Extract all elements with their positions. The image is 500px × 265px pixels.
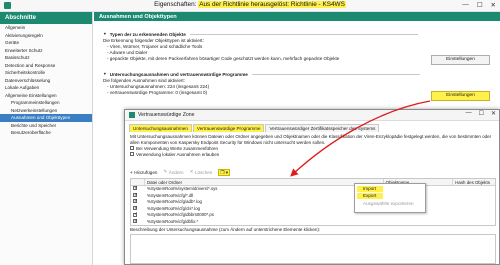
sidebar-item-programmeinstellungen[interactable]: Programmeinstellungen	[0, 99, 92, 107]
trusted-zone-dialog: Vertrauenswürdige Zone — ☐ ✕ Untersuchun…	[124, 109, 500, 265]
dialog-title: Vertrauenswürdige Zone	[138, 112, 195, 118]
exclusion-description-label: Beschreibung der Untersuchungsausnahme (…	[130, 227, 321, 232]
dialog-titlebar: Vertrauenswürdige Zone — ☐ ✕	[125, 110, 499, 121]
sidebar-item-allgemein[interactable]: Allgemein	[0, 24, 92, 32]
column-file-folder[interactable]: Datei oder Ordner	[145, 179, 384, 185]
sidebar-item-aktivierungsregeln[interactable]: Aktivierungsregeln	[0, 32, 92, 40]
dialog-maximize-button[interactable]: ☐	[479, 110, 484, 117]
table-row[interactable]: %SystemRoot%\cfg\cls*.log	[131, 206, 495, 213]
exclusions-table: Datei oder Ordner Objektname Hash des Ob…	[130, 178, 496, 226]
row-path: %SystemRoot%\system\drivers\*.sys	[147, 186, 218, 191]
dialog-body: Mit Untersuchungsausnahmen können Dateie…	[130, 134, 496, 157]
row-checkbox[interactable]	[133, 219, 138, 225]
menu-import[interactable]: Import	[357, 185, 383, 192]
delete-button[interactable]: ✕ Löschen	[190, 169, 213, 175]
table-row[interactable]: %SystemRoot%\cfg\*.dll	[131, 193, 495, 200]
maximize-button[interactable]: ☐	[477, 1, 483, 9]
dialog-minimize-button[interactable]: —	[466, 110, 472, 117]
sections-sidebar: Abschnitte Allgemein Aktivierungsregeln …	[0, 12, 93, 265]
column-object-hash[interactable]: Hash des Objekts	[453, 179, 495, 185]
tab-trusted-programs[interactable]: Vertrauenswürdige Programme	[192, 124, 265, 132]
import-export-menu: Import Export Ausgewählte exportieren	[354, 183, 426, 213]
delete-x-icon: ✕	[189, 169, 194, 174]
sidebar-item-basisschutz[interactable]: Basisschutz	[0, 54, 92, 62]
window-title-policy: Aus der Richtlinie herausgelöst: Richtli…	[198, 1, 346, 8]
table-row[interactable]: %SystemRoot%\system\drivers\*.sys	[131, 186, 495, 193]
table-row[interactable]: %SystemRoot%\cfg\adb*.log	[131, 199, 495, 206]
exclusions-toolbar: + Hinzufügen ✎ Ändern ✕ Löschen ❐ ▾	[130, 168, 231, 176]
local-exclusions-label: Verwendung lokaler Ausnahmen erlauben	[136, 151, 220, 157]
row-path: %SystemRoot%\cfg\adb*.log	[147, 199, 202, 205]
edit-button[interactable]: ✎ Ändern	[163, 169, 183, 175]
merge-values-label: Bei Verwendung Werte zusammenführen	[136, 146, 218, 152]
menu-export[interactable]: Export	[357, 192, 383, 199]
row-path: %SystemRoot%\cfg\cls*.log	[147, 205, 201, 211]
sidebar-item-geraete[interactable]: Geräte	[0, 39, 92, 47]
sidebar-item-allgemeine-einstellungen[interactable]: Allgemeine Einstellungen	[0, 92, 92, 100]
import-export-split-button[interactable]: ❐ ▾	[218, 168, 231, 176]
sidebar-item-datenverschluesselung[interactable]: Datenverschlüsselung	[0, 77, 92, 85]
sidebar-item-sicherheitskontrolle[interactable]: Sicherheitskontrolle	[0, 69, 92, 77]
window-title-prefix: Eigenschaften:	[154, 1, 197, 8]
add-button[interactable]: + Hinzufügen	[130, 170, 157, 175]
table-header: Datei oder Ordner Objektname Hash des Ob…	[131, 179, 495, 186]
sidebar-item-ausnahmen[interactable]: Ausnahmen und Objekttypen	[0, 114, 92, 122]
row-checkbox[interactable]	[133, 206, 138, 211]
sidebar-item-lokale-aufgaben[interactable]: Lokale Aufgaben	[0, 84, 92, 92]
sidebar-item-netzwerkeinstellungen[interactable]: Netzwerkeinstellungen	[0, 107, 92, 115]
row-path: %SystemRoot%\cfg\*.dll	[147, 192, 194, 198]
exclusions-settings-button[interactable]: Einstellungen	[431, 91, 490, 101]
dialog-description: Mit Untersuchungsausnahmen können Dateie…	[130, 134, 492, 145]
object-types-settings-button[interactable]: Einstellungen	[431, 55, 490, 65]
sidebar-header: Abschnitte	[0, 12, 92, 24]
select-all-column[interactable]	[131, 179, 145, 185]
pencil-icon: ✎	[163, 169, 168, 174]
tab-scan-exclusions[interactable]: Untersuchungsausnahmen	[129, 124, 192, 132]
main-titlebar: Eigenschaften: Aus der Richtlinie heraus…	[0, 0, 500, 12]
close-button[interactable]: ✕	[491, 1, 496, 9]
content-header: Ausnahmen und Objekttypen	[94, 12, 500, 21]
menu-export-selected[interactable]: Ausgewählte exportieren	[355, 200, 425, 208]
row-checkbox[interactable]	[133, 199, 138, 205]
sidebar-item-berichte[interactable]: Berichte und Speicher	[0, 122, 92, 130]
row-checkbox[interactable]	[133, 186, 138, 192]
tab-trusted-cert-store[interactable]: Vertrauenswürdiger Zertifikatsspeicher d…	[265, 124, 380, 132]
row-checkbox[interactable]	[133, 212, 138, 218]
chevron-down-icon: ▾	[225, 169, 229, 175]
window-title: Eigenschaften: Aus der Richtlinie heraus…	[0, 1, 500, 8]
dialog-close-button[interactable]: ✕	[491, 110, 496, 117]
row-path: %SystemRoot%\cfg\dbbrs0000*.ps	[147, 212, 214, 218]
sidebar-item-erweiterter-schutz[interactable]: Erweiterter Schutz	[0, 47, 92, 55]
sidebar-item-benutzeroberflaeche[interactable]: Benutzeroberfläche	[0, 129, 92, 137]
table-row[interactable]: %SystemRoot%\cfg\dbbrs0000*.ps	[131, 212, 495, 219]
exclusion-description-box	[130, 234, 496, 264]
folder-icon: ❐	[220, 169, 225, 175]
minimize-button[interactable]: —	[462, 1, 469, 9]
local-exclusions-checkbox[interactable]	[130, 152, 134, 157]
dialog-tabs: Untersuchungsausnahmen Vertrauenswürdige…	[129, 124, 380, 132]
row-checkbox[interactable]	[133, 193, 138, 198]
kaspersky-app-icon	[129, 112, 135, 118]
plus-icon: +	[130, 169, 133, 175]
table-row[interactable]: %SystemRoot%\cfg\dbfix.*	[131, 218, 495, 225]
row-path: %SystemRoot%\cfg\dbfix.*	[147, 218, 199, 224]
merge-values-checkbox[interactable]	[130, 146, 134, 151]
sidebar-item-detection-response[interactable]: Detection and Response	[0, 62, 92, 70]
local-exclusions-row[interactable]: Verwendung lokaler Ausnahmen erlauben	[130, 152, 496, 158]
